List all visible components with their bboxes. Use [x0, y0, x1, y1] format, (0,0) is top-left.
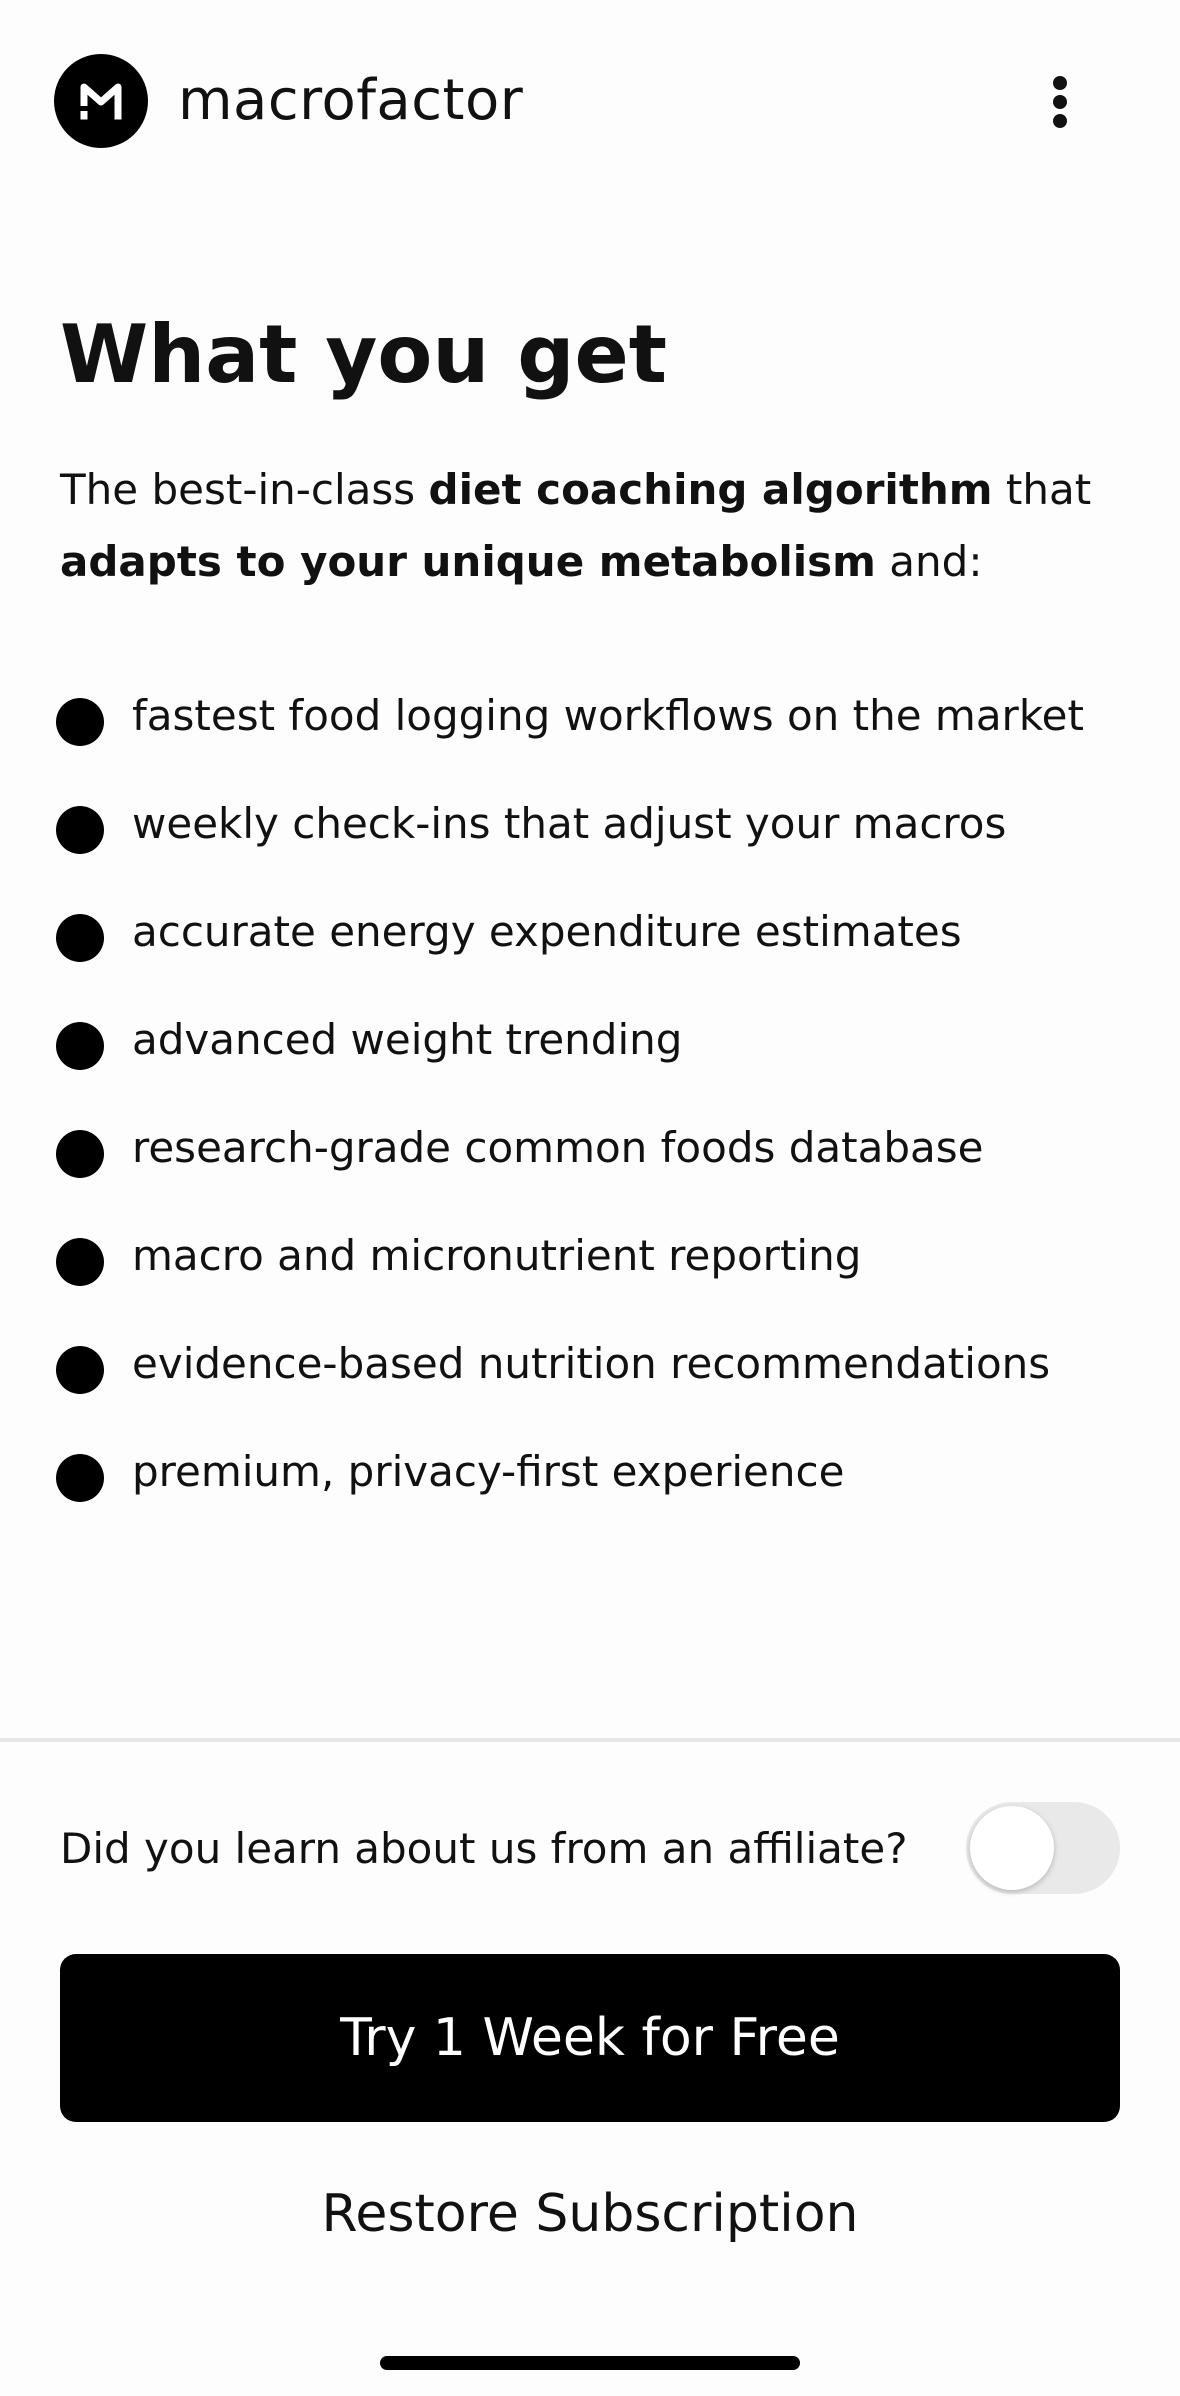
toggle-knob: [970, 1806, 1054, 1890]
restore-subscription-button[interactable]: Restore Subscription: [0, 2176, 1180, 2252]
intro-text: The best-in-class diet coaching algorith…: [60, 454, 1140, 598]
app-header: macrofactor: [0, 0, 1180, 200]
bullet-icon: [56, 1130, 104, 1178]
intro-bold-2: adapts to your unique metabolism: [60, 537, 876, 586]
intro-part-3: and:: [875, 537, 983, 586]
feature-text: premium, privacy-first experience: [132, 1447, 845, 1496]
feature-text: evidence-based nutrition recommendations: [132, 1339, 1051, 1388]
bullet-icon: [56, 1238, 104, 1286]
brand-name: macrofactor: [178, 68, 524, 133]
bullet-icon: [56, 806, 104, 854]
feature-text: fastest food logging workflows on the ma…: [132, 691, 1084, 740]
try-free-week-button[interactable]: Try 1 Week for Free: [60, 1954, 1120, 2122]
bullet-icon: [56, 1454, 104, 1502]
feature-text: advanced weight trending: [132, 1015, 683, 1064]
intro-part-1: The best-in-class: [60, 465, 429, 514]
feature-text: accurate energy expenditure estimates: [132, 907, 962, 956]
section-divider: [0, 1738, 1180, 1742]
feature-text: research-grade common foods database: [132, 1123, 984, 1172]
affiliate-question-label: Did you learn about us from an affiliate…: [60, 1824, 908, 1873]
feature-text: macro and micronutrient reporting: [132, 1231, 862, 1280]
bullet-icon: [56, 698, 104, 746]
macrofactor-logo-icon: [54, 54, 148, 148]
intro-part-2: that: [992, 465, 1092, 514]
feature-text: weekly check-ins that adjust your macros: [132, 799, 1007, 848]
intro-bold-1: diet coaching algorithm: [428, 465, 993, 514]
home-indicator[interactable]: [380, 2356, 800, 2370]
affiliate-toggle[interactable]: [966, 1802, 1120, 1894]
bullet-icon: [56, 1346, 104, 1394]
bullet-icon: [56, 914, 104, 962]
bullet-icon: [56, 1022, 104, 1070]
more-vertical-icon[interactable]: [1030, 62, 1090, 142]
page-title: What you get: [60, 308, 667, 401]
